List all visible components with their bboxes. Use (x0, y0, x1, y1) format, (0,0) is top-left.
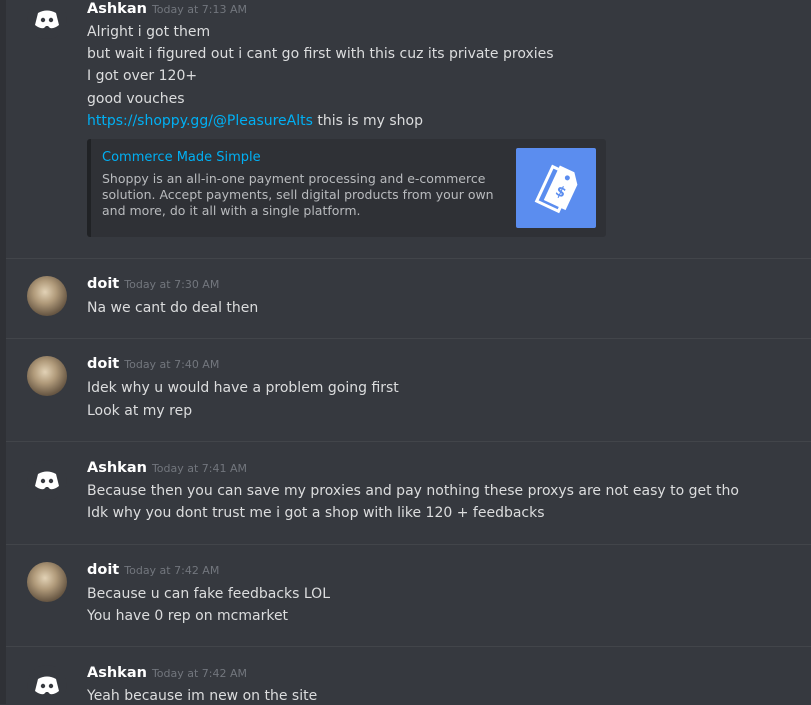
discord-logo-icon (35, 676, 59, 695)
avatar[interactable] (27, 562, 67, 602)
message-divider (6, 544, 811, 545)
embed-description: Shoppy is an all-in-one payment processi… (102, 171, 494, 218)
message-author[interactable]: Ashkan Today at 7:42 AM (87, 665, 247, 681)
discord-logo-icon (35, 10, 59, 29)
avatar[interactable] (27, 460, 67, 500)
author-name[interactable]: Ashkan (87, 460, 147, 476)
shop-link[interactable]: https://shoppy.gg/@PleasureAlts (87, 113, 313, 129)
link-suffix-text: this is my shop (312, 113, 423, 129)
message-text: Look at my rep (87, 403, 193, 419)
message-text: https://shoppy.gg/@PleasureAlts this is … (87, 113, 423, 129)
author-name[interactable]: Ashkan (87, 1, 147, 17)
message-text: Idek why u would have a problem going fi… (87, 380, 399, 396)
message-text: Because u can fake feedbacks LOL (87, 586, 331, 602)
message-text: Because then you can save my proxies and… (87, 483, 739, 499)
link-embed: Commerce Made Simple Shoppy is an all-in… (87, 139, 606, 237)
message-author[interactable]: doit Today at 7:40 AM (87, 356, 219, 372)
message-timestamp: Today at 7:42 AM (151, 667, 248, 680)
price-tag-icon: $ (534, 164, 578, 214)
message-author[interactable]: Ashkan Today at 7:41 AM (87, 460, 247, 476)
avatar[interactable] (27, 276, 67, 316)
avatar[interactable] (27, 356, 67, 396)
message-text: but wait i figured out i cant go first w… (87, 46, 554, 62)
message-author[interactable]: Ashkan Today at 7:13 AM (87, 1, 247, 17)
author-name[interactable]: doit (87, 356, 119, 372)
avatar[interactable] (27, 0, 67, 39)
author-name[interactable]: doit (87, 276, 119, 292)
avatar[interactable] (27, 665, 67, 705)
author-name[interactable]: Ashkan (87, 665, 147, 681)
message-timestamp: Today at 7:41 AM (151, 462, 248, 475)
message-timestamp: Today at 7:42 AM (124, 564, 220, 577)
message-text: I got over 120+ (87, 68, 198, 84)
message-author[interactable]: doit Today at 7:42 AM (87, 562, 219, 578)
message-text: Alright i got them (87, 24, 211, 40)
message-text: You have 0 rep on mcmarket (87, 608, 289, 624)
message-divider (6, 258, 811, 259)
message-timestamp: Today at 7:13 AM (151, 3, 248, 16)
embed-title[interactable]: Commerce Made Simple (102, 150, 261, 165)
message-text: Na we cant do deal then (87, 300, 259, 316)
author-name[interactable]: doit (87, 562, 119, 578)
message-text: Yeah because im new on the site (87, 688, 318, 704)
message-text: good vouches (87, 91, 185, 107)
message-text: Idk why you dont trust me i got a shop w… (87, 505, 545, 521)
discord-logo-icon (35, 471, 59, 490)
channel-sidebar-edge (0, 0, 6, 704)
message-divider (6, 338, 811, 339)
message-timestamp: Today at 7:40 AM (124, 358, 220, 371)
message-author[interactable]: doit Today at 7:30 AM (87, 276, 219, 292)
message-timestamp: Today at 7:30 AM (124, 278, 220, 291)
message-divider (6, 441, 811, 442)
message-divider (6, 646, 811, 647)
embed-thumbnail[interactable]: $ (516, 148, 596, 228)
